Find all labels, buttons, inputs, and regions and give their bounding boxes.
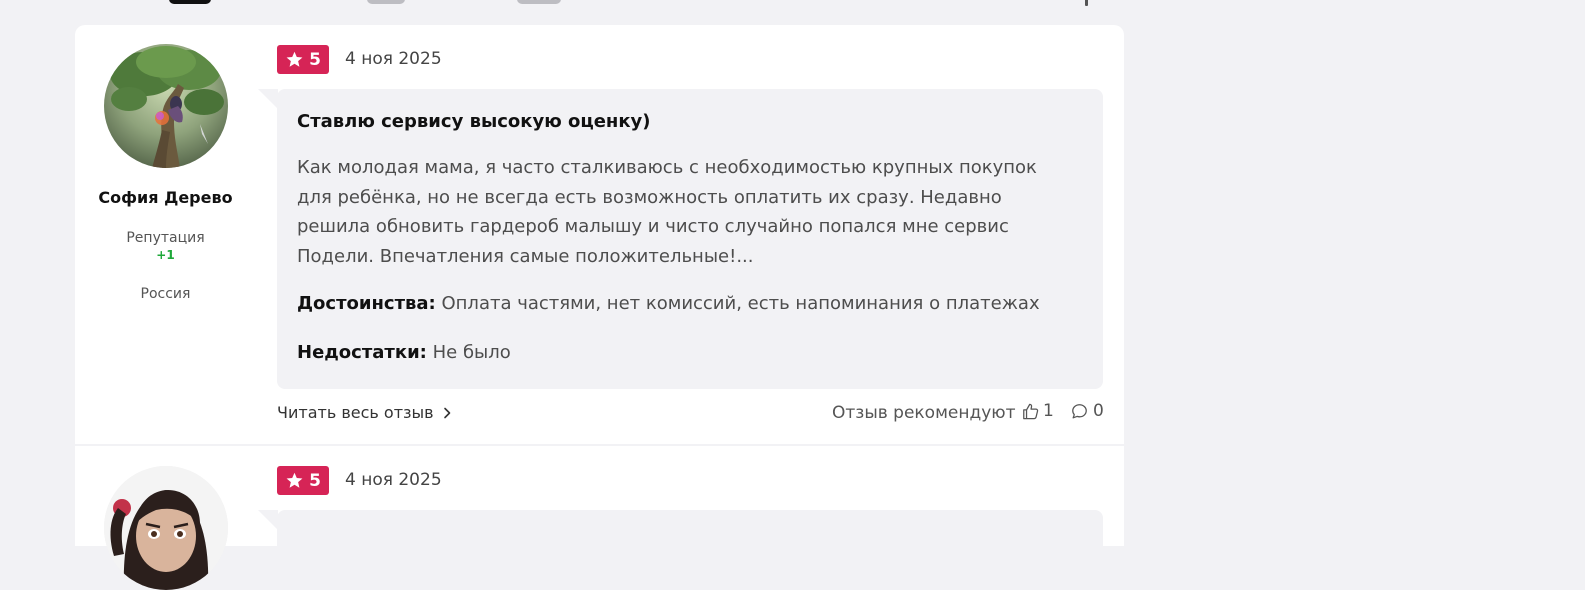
review-cons: Недостатки: Не было (297, 342, 511, 363)
rating-badge: 5 (277, 466, 329, 495)
likes-count: 1 (1043, 401, 1054, 421)
author-country: Россия (140, 286, 191, 302)
read-full-review-link[interactable]: Читать весь отзыв (277, 403, 452, 422)
reputation-label: Репутация (126, 230, 205, 246)
star-icon (286, 472, 303, 488)
bubble-tail (258, 510, 278, 530)
review-pros: Достоинства: Оплата частями, нет комисси… (297, 293, 1040, 314)
review-date: 4 ноя 2025 (345, 470, 442, 490)
like-button[interactable]: 1 (1021, 401, 1054, 421)
review-card: 5 4 ноя 2025 (75, 446, 1124, 590)
comments-button[interactable]: 0 (1070, 401, 1104, 421)
rating-badge: 5 (277, 45, 329, 74)
reputation-value: +1 (156, 248, 175, 262)
review-title[interactable]: Ставлю сервису высокую оценку) (297, 111, 651, 132)
review-card: София Дерево Репутация +1 Россия 5 4 ноя… (75, 25, 1124, 444)
cons-label: Недостатки: (297, 342, 427, 363)
read-more-label: Читать весь отзыв (277, 403, 434, 422)
top-nav-glyph (1085, 0, 1088, 6)
recommend-label: Отзыв рекомендуют (832, 403, 1016, 423)
review-bubble: Ставлю сервису высокую оценку) Как молод… (277, 89, 1103, 389)
cons-text: Не было (432, 342, 511, 363)
comment-icon (1072, 403, 1087, 418)
author-name[interactable]: София Дерево (75, 188, 256, 207)
comments-count: 0 (1093, 401, 1104, 421)
top-tab-active[interactable] (169, 0, 211, 4)
pros-label: Достоинства: (297, 293, 436, 314)
rating-value: 5 (309, 470, 321, 491)
author-avatar[interactable] (104, 466, 228, 590)
pros-text: Оплата частями, нет комиссий, есть напом… (441, 293, 1040, 314)
author-avatar[interactable] (104, 44, 228, 168)
chevron-right-icon (443, 407, 450, 418)
bubble-tail (258, 89, 278, 109)
review-bubble (277, 510, 1103, 570)
top-tab[interactable] (367, 0, 405, 4)
top-tab[interactable] (517, 0, 561, 4)
thumbs-up-icon (1023, 403, 1039, 419)
star-icon (286, 51, 303, 67)
review-date: 4 ноя 2025 (345, 49, 442, 69)
rating-value: 5 (309, 49, 321, 70)
review-body: Как молодая мама, я часто сталкиваюсь с … (297, 157, 1037, 267)
